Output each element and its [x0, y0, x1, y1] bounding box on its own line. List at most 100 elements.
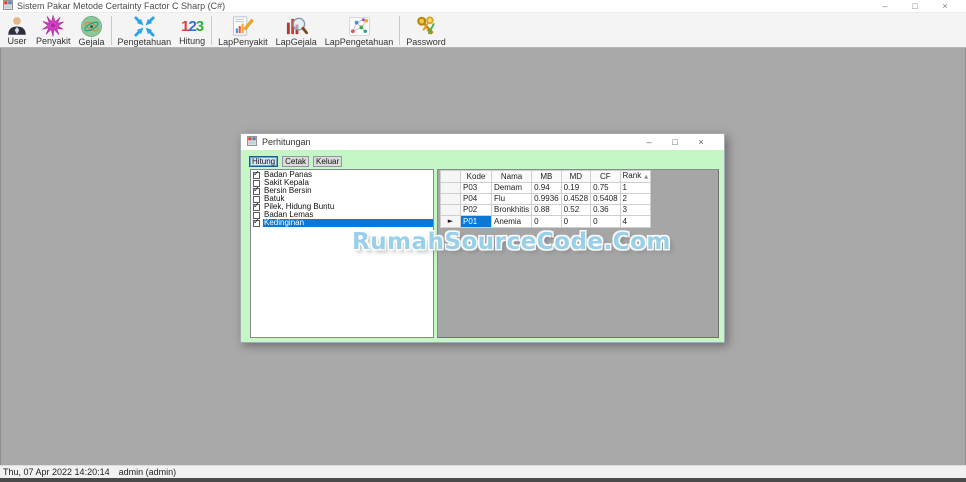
grid-row-header[interactable] [440, 182, 461, 194]
grid-cell[interactable]: 0 [590, 215, 621, 228]
dialog-maximize-button[interactable]: □ [662, 134, 688, 150]
sort-ascending-icon: ▲ [644, 174, 649, 180]
close-button[interactable]: × [930, 0, 960, 13]
grid-cell[interactable]: Flu [490, 193, 533, 205]
grid-cell[interactable]: P02 [460, 204, 492, 216]
toolbar-button-lapgejala[interactable]: LapGejala [272, 14, 321, 47]
grid-corner-cell[interactable] [440, 170, 461, 183]
grid-cell[interactable]: 0.9936 [531, 193, 562, 205]
toolbar-label: LapPengetahuan [324, 37, 394, 47]
checklist-item-label: Bersin Bersin [264, 186, 312, 195]
toolbar-label: Pengetahuan [117, 37, 172, 47]
toolbar-label: Hitung [179, 36, 206, 46]
toolbar-button-lappengetahuan[interactable]: LapPengetahuan [321, 14, 398, 47]
toolbar-button-lappenyakit[interactable]: LapPenyakit [214, 14, 272, 47]
results-grid: Kode Nama MB MD CF Rank ▲ P03 Demam 0.94 0.19 0.75 1… [440, 170, 652, 228]
grid-column-header-nama[interactable]: Nama [490, 170, 533, 183]
grid-row: ► P01 Anemia 0 0 0 4 [440, 215, 652, 228]
application-window: Sistem Pakar Metode Certainty Factor C S… [0, 0, 966, 482]
check-mark-icon: ✓ [253, 200, 260, 210]
current-row-arrow-icon: ► [447, 217, 454, 225]
keluar-button[interactable]: Keluar [313, 156, 343, 167]
grid-cell[interactable]: 4 [619, 215, 652, 228]
grid-column-header-cf[interactable]: CF [590, 170, 621, 183]
window-titlebar[interactable]: Sistem Pakar Metode Certainty Factor C S… [0, 0, 966, 13]
check-mark-icon: ✓ [253, 216, 260, 226]
gold-keys-icon [415, 15, 438, 38]
grid-cell[interactable]: 0.36 [590, 204, 621, 216]
window-bottom-border [0, 478, 966, 482]
mdi-desktop: Perhitungan – □ × Hitung Cetak Keluar ✓ Bad… [0, 48, 966, 465]
toolbar-label: Gejala [78, 37, 105, 47]
toolbar-label: Password [406, 37, 446, 47]
toolbar-button-password[interactable]: Password [402, 14, 450, 47]
grid-row-header-current[interactable]: ► [440, 215, 461, 228]
grid-cell[interactable]: Demam [490, 182, 533, 194]
toolbar: User Penyakit Gejala Pengetahuan 123 Hitung La… [0, 13, 966, 48]
grid-cell[interactable]: 3 [619, 204, 652, 216]
checkbox-checked-icon[interactable]: ✓ [253, 169, 260, 179]
watermark-text: RumahSourceCode.Com [352, 229, 671, 255]
dialog-title: Perhitungan [262, 137, 311, 147]
grid-row: P03 Demam 0.94 0.19 0.75 1 [440, 182, 652, 194]
grid-cell[interactable]: 0.4528 [560, 193, 592, 205]
statusbar-datetime: Thu, 07 Apr 2022 14:20:14 [3, 467, 110, 477]
grid-column-header-md[interactable]: MD [560, 170, 592, 183]
grid-row-header[interactable] [440, 204, 461, 216]
chart-magnifier-icon [285, 15, 308, 38]
grid-cell[interactable]: P01 [460, 215, 492, 228]
toolbar-separator [211, 16, 213, 45]
checkbox-checked-icon[interactable]: ✓ [253, 185, 260, 195]
grid-cell[interactable]: 0.52 [560, 204, 592, 216]
toolbar-separator [110, 16, 112, 45]
grid-cell[interactable]: 2 [619, 193, 652, 205]
disease-starburst-icon [42, 15, 64, 37]
statusbar: Thu, 07 Apr 2022 14:20:14 admin (admin) [0, 465, 966, 478]
grid-column-header-kode[interactable]: Kode [460, 170, 492, 183]
dialog-minimize-button[interactable]: – [636, 134, 662, 150]
window-title: Sistem Pakar Metode Certainty Factor C S… [17, 1, 226, 11]
grid-cell[interactable]: 0.88 [531, 204, 562, 216]
statusbar-user: admin (admin) [118, 467, 177, 477]
hitung-button[interactable]: Hitung [249, 156, 279, 167]
grid-cell[interactable]: P03 [460, 182, 492, 194]
grid-row-header[interactable] [440, 193, 461, 205]
grid-cell[interactable]: 0.19 [560, 182, 592, 194]
check-mark-icon: ✓ [253, 169, 260, 178]
grid-column-header-rank[interactable]: Rank ▲ [619, 170, 652, 183]
checkbox-checked-icon[interactable]: ✓ [253, 200, 260, 211]
grid-cell[interactable]: 0.94 [531, 182, 562, 194]
maximize-button[interactable]: □ [900, 0, 930, 13]
dialog-button-row: Hitung Cetak Keluar [249, 156, 343, 167]
user-icon [6, 15, 28, 37]
grid-cell[interactable]: 1 [619, 182, 652, 194]
grid-cell[interactable]: 0 [560, 215, 592, 228]
cetak-button[interactable]: Cetak [282, 156, 310, 167]
grid-cell[interactable]: 0.5408 [590, 193, 621, 205]
grid-column-header-mb[interactable]: MB [531, 170, 562, 183]
grid-cell[interactable]: Anemia [490, 215, 533, 228]
grid-cell[interactable]: 0 [531, 215, 562, 228]
grid-cell[interactable]: 0.75 [590, 182, 621, 194]
toolbar-label: LapGejala [275, 37, 317, 47]
minimize-button[interactable]: – [870, 0, 900, 13]
toolbar-button-user[interactable]: User [2, 14, 32, 47]
toolbar-label: LapPenyakit [218, 37, 268, 47]
checklist-item[interactable]: ✓ Kedinginan [251, 216, 433, 227]
numbers-123-icon: 123 [181, 17, 204, 35]
toolbar-button-penyakit[interactable]: Penyakit [32, 14, 75, 47]
toolbar-button-pengetahuan[interactable]: Pengetahuan [114, 14, 176, 47]
toolbar-button-hitung[interactable]: 123 Hitung [175, 14, 209, 47]
dialog-close-button[interactable]: × [688, 134, 714, 150]
checkbox-checked-icon[interactable]: ✓ [253, 216, 260, 227]
report-chart-pencil-icon [231, 15, 255, 38]
dialog-titlebar[interactable]: Perhitungan – □ × [241, 134, 724, 150]
grid-cell[interactable]: Bronkhitis [490, 204, 533, 216]
dialog-form-icon [247, 133, 257, 151]
symptom-atom-icon [80, 15, 103, 38]
toolbar-button-gejala[interactable]: Gejala [75, 14, 109, 47]
scatter-network-icon [348, 15, 371, 38]
toolbar-label: Penyakit [36, 36, 71, 46]
grid-cell[interactable]: P04 [460, 193, 492, 205]
toolbar-label: User [7, 36, 27, 46]
